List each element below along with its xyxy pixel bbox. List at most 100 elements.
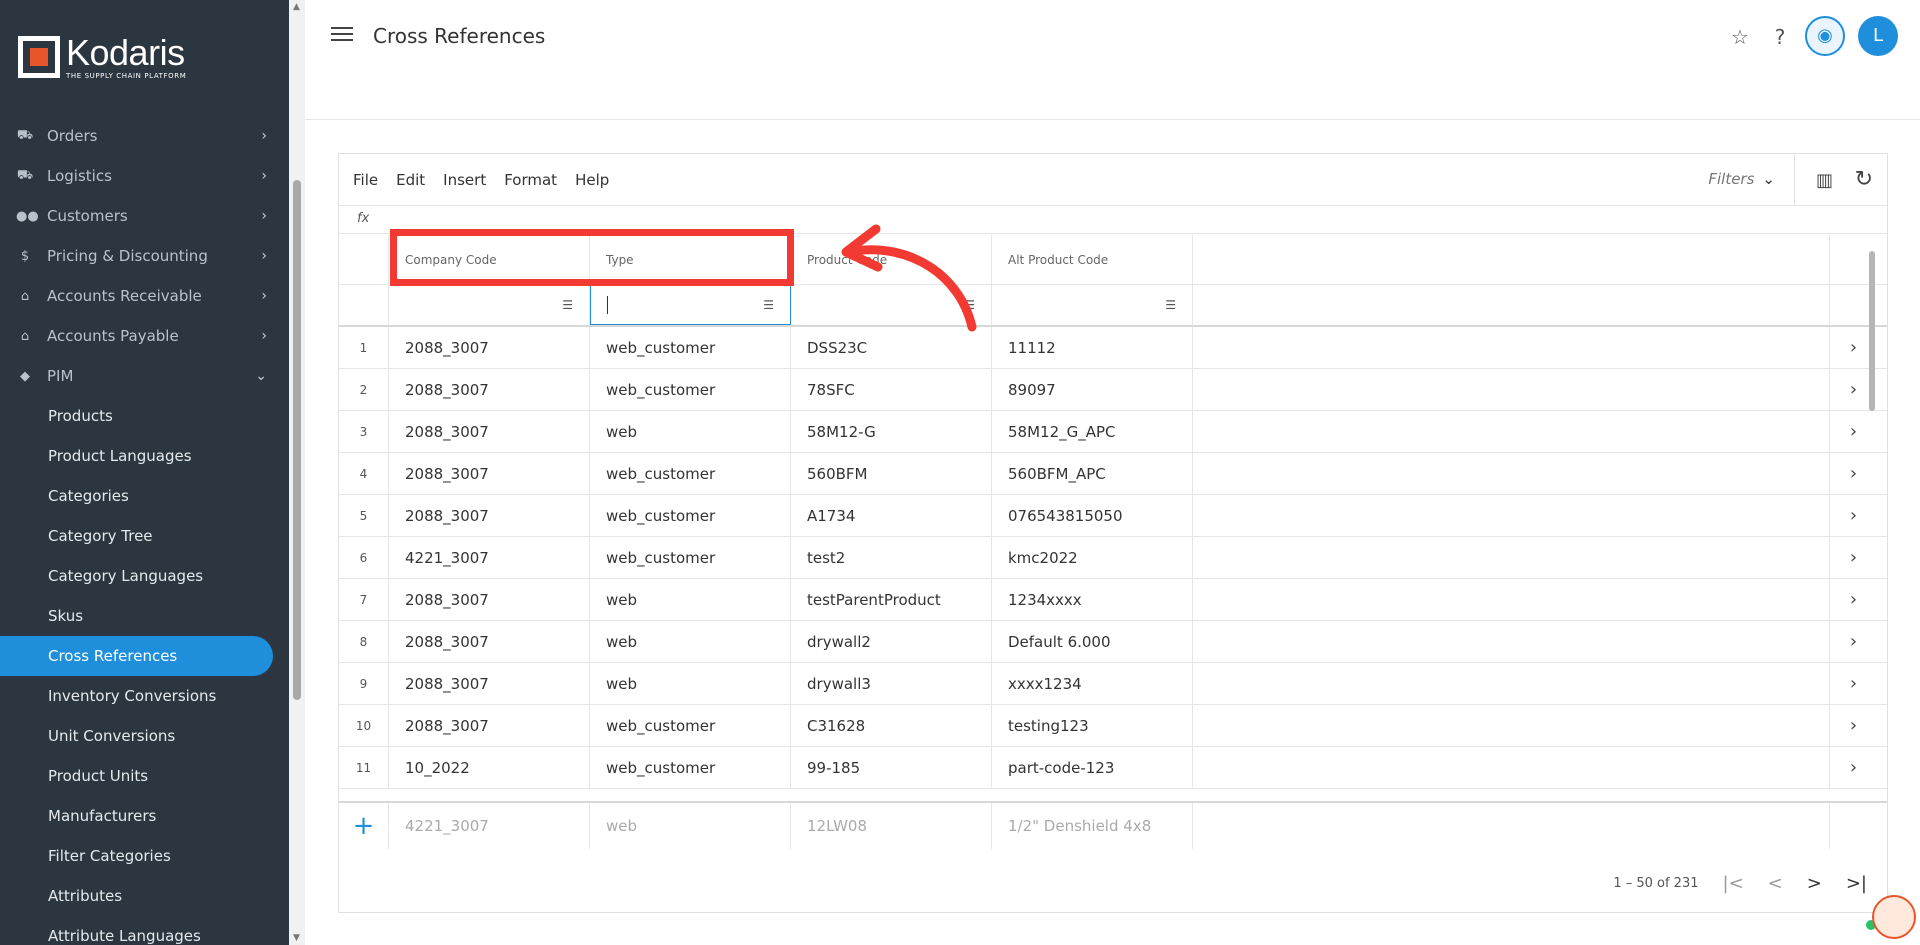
last-page-icon[interactable]: >| [1846, 873, 1867, 894]
cell-alt-product-code[interactable]: testing123 [992, 705, 1193, 746]
hamburger-menu-icon[interactable] [331, 24, 353, 44]
sidebar-item-manufacturers[interactable]: Manufacturers [0, 796, 289, 836]
filter-icon[interactable]: ☰ [562, 298, 573, 312]
sidebar-item-pricing-discounting[interactable]: $ Pricing & Discounting › [0, 236, 289, 276]
cell-company-code[interactable]: 2088_3007 [389, 579, 590, 620]
scroll-up-icon[interactable]: ▲ [293, 2, 300, 12]
sidebar-item-accounts-receivable[interactable]: ⌂ Accounts Receivable › [0, 276, 289, 316]
new-row-company-code[interactable]: 4221_3007 [389, 803, 590, 849]
cell-company-code[interactable]: 2088_3007 [389, 369, 590, 410]
table-row[interactable]: 4 2088_3007 web_customer 560BFM 560BFM_APC › [339, 453, 1887, 495]
cell-product-code[interactable]: test2 [791, 537, 992, 578]
sidebar-item-pim[interactable]: ◆ PIM ⌄ [0, 356, 289, 396]
table-row[interactable]: 10 2088_3007 web_customer C31628 testing123 › [339, 705, 1887, 747]
help-icon[interactable]: ? [1767, 24, 1793, 50]
cell-company-code[interactable]: 2088_3007 [389, 453, 590, 494]
sidebar-scrollbar[interactable]: ▲ ▼ [289, 0, 305, 945]
cell-product-code[interactable]: testParentProduct [791, 579, 992, 620]
new-row-type[interactable]: web [590, 803, 791, 849]
cell-product-code[interactable]: C31628 [791, 705, 992, 746]
chat-support-icon[interactable] [1872, 895, 1916, 939]
table-row[interactable]: 2 2088_3007 web_customer 78SFC 89097 › [339, 369, 1887, 411]
grid-scrollbar-thumb[interactable] [1869, 251, 1875, 411]
cell-type[interactable]: web_customer [590, 495, 791, 536]
cell-alt-product-code[interactable]: 11112 [992, 327, 1193, 368]
filter-alt-product-code[interactable]: ☰ [992, 285, 1193, 325]
sidebar-item-customers[interactable]: ●● Customers › [0, 196, 289, 236]
cell-company-code[interactable]: 2088_3007 [389, 411, 590, 452]
filters-dropdown[interactable]: Filters ⌄ [1708, 170, 1775, 188]
cell-type[interactable]: web_customer [590, 369, 791, 410]
cell-alt-product-code[interactable]: 076543815050 [992, 495, 1193, 536]
cell-alt-product-code[interactable]: kmc2022 [992, 537, 1193, 578]
table-row[interactable]: 5 2088_3007 web_customer A1734 076543815050 › [339, 495, 1887, 537]
table-row[interactable]: 11 10_2022 web_customer 99-185 part-code-123… [339, 747, 1887, 789]
sidebar-item-products[interactable]: Products [0, 396, 289, 436]
cell-product-code[interactable]: drywall2 [791, 621, 992, 662]
cell-type[interactable]: web [590, 579, 791, 620]
grid-scrollbar[interactable] [1867, 236, 1877, 851]
cell-alt-product-code[interactable]: part-code-123 [992, 747, 1193, 788]
cell-company-code[interactable]: 4221_3007 [389, 537, 590, 578]
new-row-product-code[interactable]: 12LW08 [791, 803, 992, 849]
cell-product-code[interactable]: 99-185 [791, 747, 992, 788]
cell-product-code[interactable]: drywall3 [791, 663, 992, 704]
sidebar-item-logistics[interactable]: ⛟ Logistics › [0, 156, 289, 196]
kodaris-logo[interactable]: Kodaris THE SUPPLY CHAIN PLATFORM [18, 35, 186, 80]
add-row-icon[interactable]: + [339, 803, 389, 849]
scroll-down-icon[interactable]: ▼ [293, 933, 300, 943]
cell-company-code[interactable]: 10_2022 [389, 747, 590, 788]
filter-icon[interactable]: ☰ [1165, 298, 1176, 312]
menu-insert[interactable]: Insert [443, 171, 486, 189]
cell-company-code[interactable]: 2088_3007 [389, 621, 590, 662]
refresh-icon[interactable]: ↻ [1855, 167, 1873, 192]
menu-edit[interactable]: Edit [396, 171, 425, 189]
menu-format[interactable]: Format [504, 171, 557, 189]
cell-alt-product-code[interactable]: 58M12_G_APC [992, 411, 1193, 452]
cell-type[interactable]: web [590, 621, 791, 662]
cell-alt-product-code[interactable]: xxxx1234 [992, 663, 1193, 704]
user-avatar[interactable]: L [1858, 16, 1898, 56]
cell-company-code[interactable]: 2088_3007 [389, 663, 590, 704]
cell-company-code[interactable]: 2088_3007 [389, 705, 590, 746]
cell-type[interactable]: web_customer [590, 453, 791, 494]
cell-type[interactable]: web [590, 663, 791, 704]
cell-product-code[interactable]: A1734 [791, 495, 992, 536]
cell-product-code[interactable]: 58M12-G [791, 411, 992, 452]
cell-type[interactable]: web_customer [590, 705, 791, 746]
cell-type[interactable]: web_customer [590, 327, 791, 368]
star-icon[interactable]: ☆ [1727, 24, 1753, 50]
cell-type[interactable]: web_customer [590, 537, 791, 578]
table-row[interactable]: 1 2088_3007 web_customer DSS23C 11112 › [339, 327, 1887, 369]
table-row[interactable]: 3 2088_3007 web 58M12-G 58M12_G_APC › [339, 411, 1887, 453]
table-row[interactable]: 7 2088_3007 web testParentProduct 1234xxxx › [339, 579, 1887, 621]
cell-alt-product-code[interactable]: Default 6.000 [992, 621, 1193, 662]
sidebar-item-orders[interactable]: ⛟ Orders › [0, 116, 289, 156]
sidebar-item-cross-references[interactable]: Cross References [0, 636, 273, 676]
new-row-alt-product-code[interactable]: 1/2" Denshield 4x8 [992, 803, 1193, 849]
sidebar-item-attributes[interactable]: Attributes [0, 876, 289, 916]
sidebar-item-category-languages[interactable]: Category Languages [0, 556, 289, 596]
sidebar-item-accounts-payable[interactable]: ⌂ Accounts Payable › [0, 316, 289, 356]
sidebar-item-product-languages[interactable]: Product Languages [0, 436, 289, 476]
menu-help[interactable]: Help [575, 171, 609, 189]
cell-company-code[interactable]: 2088_3007 [389, 495, 590, 536]
cell-type[interactable]: web_customer [590, 747, 791, 788]
prev-page-icon[interactable]: < [1768, 873, 1783, 894]
sidebar-item-category-tree[interactable]: Category Tree [0, 516, 289, 556]
sidebar-item-product-units[interactable]: Product Units [0, 756, 289, 796]
col-header-alt-product-code[interactable]: Alt Product Code [992, 235, 1193, 284]
cell-product-code[interactable]: 78SFC [791, 369, 992, 410]
sidebar-item-filter-categories[interactable]: Filter Categories [0, 836, 289, 876]
sidebar-item-attribute-languages[interactable]: Attribute Languages [0, 916, 289, 945]
sidebar-item-unit-conversions[interactable]: Unit Conversions [0, 716, 289, 756]
assistant-bot-icon[interactable]: ◉ [1805, 16, 1845, 56]
cell-alt-product-code[interactable]: 1234xxxx [992, 579, 1193, 620]
scrollbar-thumb[interactable] [293, 180, 301, 700]
cell-alt-product-code[interactable]: 89097 [992, 369, 1193, 410]
filter-type-input[interactable]: ☰ [590, 285, 791, 325]
filter-company-code[interactable]: ☰ [389, 285, 590, 325]
cell-alt-product-code[interactable]: 560BFM_APC [992, 453, 1193, 494]
cell-type[interactable]: web [590, 411, 791, 452]
filter-icon[interactable]: ☰ [763, 298, 774, 312]
